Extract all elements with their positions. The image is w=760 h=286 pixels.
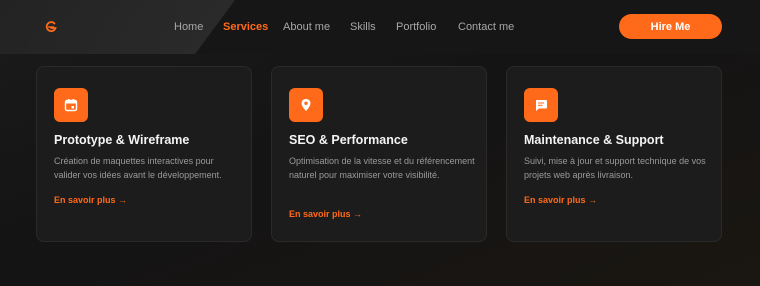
logo-icon[interactable] <box>45 20 57 32</box>
nav-services[interactable]: Services <box>223 21 268 33</box>
learn-more-link[interactable]: En savoir plus → <box>289 209 362 219</box>
card-description: Création de maquettes interactives pour … <box>54 156 222 180</box>
location-pin-icon <box>289 88 323 122</box>
nav-contact[interactable]: Contact me <box>458 21 514 33</box>
card-description: Optimisation de la vitesse et du référen… <box>289 156 475 180</box>
learn-more-link[interactable]: En savoir plus → <box>54 195 127 205</box>
nav-home[interactable]: Home <box>174 21 203 33</box>
chat-icon <box>524 88 558 122</box>
service-card-prototype: Prototype & Wireframe Création de maquet… <box>36 66 252 242</box>
hire-me-button[interactable]: Hire Me <box>619 14 722 39</box>
service-card-seo: SEO & Performance Optimisation de la vit… <box>271 66 487 242</box>
nav-about[interactable]: About me <box>283 21 330 33</box>
card-title: Prototype & Wireframe <box>54 133 190 147</box>
card-title: SEO & Performance <box>289 133 408 147</box>
card-title: Maintenance & Support <box>524 133 664 147</box>
learn-more-link[interactable]: En savoir plus → <box>524 195 597 205</box>
header: Home Services About me Skills Portfolio … <box>0 0 760 54</box>
nav-portfolio[interactable]: Portfolio <box>396 21 436 33</box>
service-card-maintenance: Maintenance & Support Suivi, mise à jour… <box>506 66 722 242</box>
nav-skills[interactable]: Skills <box>350 21 376 33</box>
calendar-icon <box>54 88 88 122</box>
card-description: Suivi, mise à jour et support technique … <box>524 156 706 180</box>
